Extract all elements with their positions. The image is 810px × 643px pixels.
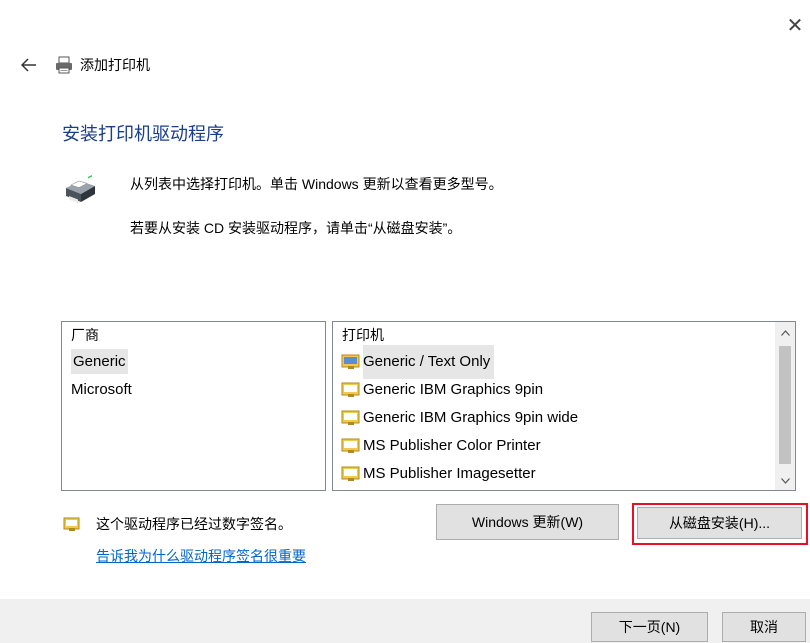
signature-info-link[interactable]: 告诉我为什么驱动程序签名很重要 [96,546,306,566]
printer-item-label: Generic IBM Graphics 9pin wide [363,409,579,426]
printer-item-label: MS Publisher Imagesetter [363,465,536,482]
printer-item[interactable]: Generic IBM Graphics 9pin wide [333,404,775,432]
printer-driver-icon [341,438,360,453]
printer-driver-icon [341,466,360,481]
printer-item[interactable]: Generic IBM Graphics 9pin [333,376,775,404]
printer-driver-icon [341,382,360,397]
printer-list-scrollbar[interactable] [775,322,795,490]
windows-update-button[interactable]: Windows 更新(W) [436,504,619,540]
printer-icon [56,56,72,74]
close-icon[interactable]: ✕ [784,14,806,37]
manufacturer-item-microsoft[interactable]: Microsoft [62,376,325,404]
scroll-down-icon[interactable] [775,472,795,490]
printer-item[interactable]: MS Publisher Color Printer [333,432,775,460]
cancel-button[interactable]: 取消 [722,612,806,642]
manufacturer-item-generic[interactable]: Generic [62,348,325,376]
printer-driver-icon [341,410,360,425]
printer-driver-icon [341,354,360,369]
manufacturer-item-label: Microsoft [71,381,132,398]
signed-driver-icon [63,517,80,531]
page-heading: 安装打印机驱动程序 [62,124,224,144]
have-disk-button[interactable]: 从磁盘安装(H)... [637,507,802,539]
wizard-title: 添加打印机 [80,57,150,73]
manufacturer-item-label: Generic [71,349,128,374]
printer-item-label: MS Publisher Color Printer [363,437,541,454]
wizard-nav: 添加打印机 [18,54,150,76]
instruction-line-1: 从列表中选择打印机。单击 Windows 更新以查看更多型号。 [130,176,503,192]
printer-item[interactable]: Generic / Text Only [333,345,775,379]
signature-status-text: 这个驱动程序已经过数字签名。 [96,516,292,532]
instruction-line-2: 若要从安装 CD 安装驱动程序，请单击“从磁盘安装”。 [130,220,462,236]
scroll-up-icon[interactable] [775,324,795,342]
manufacturer-list-header: 厂商 [71,327,99,343]
printer-item-label: Generic IBM Graphics 9pin [363,381,544,398]
back-arrow-icon[interactable] [18,54,40,76]
scrollbar-thumb[interactable] [779,346,791,464]
printer-icon [66,175,95,203]
printer-item-label: Generic / Text Only [363,345,495,379]
manufacturer-list[interactable]: 厂商 Generic Microsoft [61,321,326,491]
next-button[interactable]: 下一页(N) [591,612,708,642]
printer-list[interactable]: 打印机 Generic / Text Only Generic IBM Grap… [332,321,796,491]
printer-item[interactable]: MS Publisher Imagesetter [333,460,775,488]
